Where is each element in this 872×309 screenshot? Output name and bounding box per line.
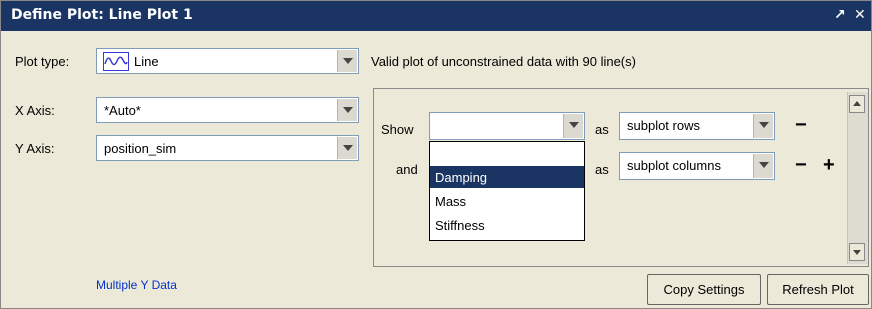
dropdown-option-mass[interactable]: Mass xyxy=(430,190,584,212)
dropdown-option-stiffness[interactable]: Stiffness xyxy=(430,214,584,236)
chevron-down-icon[interactable] xyxy=(337,50,357,72)
status-text: Valid plot of unconstrained data with 90… xyxy=(371,54,636,69)
y-axis-value: position_sim xyxy=(104,141,177,156)
vertical-scrollbar[interactable] xyxy=(847,92,868,264)
line-plot-icon xyxy=(103,52,129,71)
y-axis-label: Y Axis: xyxy=(15,141,55,156)
variable-dropdown-list: Damping Mass Stiffness xyxy=(429,141,585,241)
title-bar: Define Plot: Line Plot 1 ↗ ✕ xyxy=(1,1,871,31)
subplot-columns-select[interactable]: subplot columns xyxy=(619,152,775,180)
chevron-down-icon[interactable] xyxy=(337,137,357,159)
multiple-y-data-link[interactable]: Multiple Y Data xyxy=(96,278,177,292)
chevron-down-icon[interactable] xyxy=(753,154,773,178)
scroll-up-icon[interactable] xyxy=(849,95,865,113)
plot-type-label: Plot type: xyxy=(15,54,70,69)
plot-type-select[interactable]: Line xyxy=(96,48,359,74)
x-axis-label: X Axis: xyxy=(15,103,55,118)
subplot-rows-value: subplot rows xyxy=(627,118,700,133)
remove-row-button[interactable]: − xyxy=(795,114,807,137)
plot-type-value: Line xyxy=(134,54,159,69)
scroll-down-icon[interactable] xyxy=(849,243,865,261)
define-plot-window: Define Plot: Line Plot 1 ↗ ✕ Plot type: … xyxy=(0,0,872,309)
copy-settings-button[interactable]: Copy Settings xyxy=(647,274,761,305)
dropdown-option-empty[interactable] xyxy=(430,142,584,164)
as-label: as xyxy=(595,162,609,177)
subplot-rows-select[interactable]: subplot rows xyxy=(619,112,775,140)
show-label: Show xyxy=(381,122,414,137)
subplot-columns-value: subplot columns xyxy=(627,158,721,173)
chevron-down-icon[interactable] xyxy=(337,99,357,121)
and-label: and xyxy=(396,162,418,177)
show-variable-select[interactable] xyxy=(429,112,585,140)
add-button[interactable]: + xyxy=(823,154,835,177)
undock-icon[interactable]: ↗ xyxy=(834,7,846,23)
window-title: Define Plot: Line Plot 1 xyxy=(11,7,193,23)
chevron-down-icon[interactable] xyxy=(753,114,773,138)
close-icon[interactable]: ✕ xyxy=(854,7,866,23)
x-axis-value: *Auto* xyxy=(104,103,141,118)
as-label: as xyxy=(595,122,609,137)
dropdown-option-damping[interactable]: Damping xyxy=(430,166,584,188)
refresh-plot-button[interactable]: Refresh Plot xyxy=(767,274,869,305)
remove-column-button[interactable]: − xyxy=(795,154,807,177)
chevron-down-icon[interactable] xyxy=(563,114,583,138)
x-axis-select[interactable]: *Auto* xyxy=(96,97,359,123)
y-axis-select[interactable]: position_sim xyxy=(96,135,359,161)
